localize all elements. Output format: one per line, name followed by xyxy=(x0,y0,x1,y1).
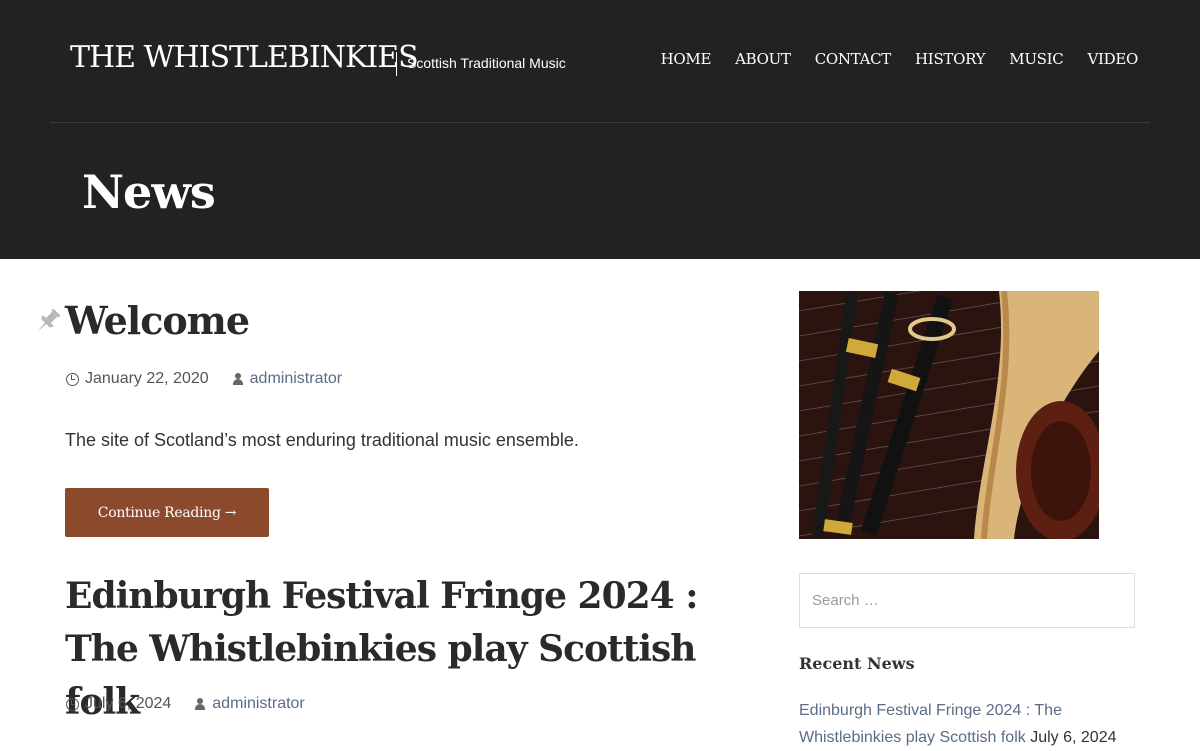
clock-icon xyxy=(66,697,79,711)
recent-news-date: July 6, 2024 xyxy=(1030,729,1117,746)
search-input[interactable] xyxy=(799,573,1135,628)
user-icon xyxy=(232,373,243,385)
post-author[interactable]: administrator xyxy=(212,695,304,713)
nav-item-home[interactable]: HOME xyxy=(661,50,712,68)
post-meta: January 22, 2020 administrator xyxy=(66,370,342,388)
header-divider xyxy=(50,122,1150,123)
post-date[interactable]: July 6, 2024 xyxy=(85,695,171,713)
page-title: News xyxy=(82,165,216,219)
continue-reading-button[interactable]: Continue Reading → xyxy=(65,488,269,537)
recent-news-list: Edinburgh Festival Fringe 2024 : The Whi… xyxy=(799,697,1129,751)
list-item: Edinburgh Festival Fringe 2024 : The Whi… xyxy=(799,697,1129,751)
nav-item-about[interactable]: ABOUT xyxy=(735,50,791,68)
instruments-image xyxy=(799,291,1099,539)
post-meta: July 6, 2024 administrator xyxy=(66,695,305,713)
site-header: THE WHISTLEBINKIES Scottish Traditional … xyxy=(0,0,1200,259)
nav-item-video[interactable]: VIDEO xyxy=(1087,50,1138,68)
recent-news-link[interactable]: Edinburgh Festival Fringe 2024 : The Whi… xyxy=(799,702,1062,746)
clock-icon xyxy=(66,372,79,386)
post-excerpt: The site of Scotland’s most enduring tra… xyxy=(65,430,579,450)
nav-item-history[interactable]: HISTORY xyxy=(915,50,986,68)
main-nav: HOME ABOUT CONTACT HISTORY MUSIC VIDEO xyxy=(661,50,1139,68)
nav-item-contact[interactable]: CONTACT xyxy=(815,50,892,68)
nav-item-music[interactable]: MUSIC xyxy=(1009,50,1063,68)
post-author[interactable]: administrator xyxy=(250,370,342,388)
site-tagline: Scottish Traditional Music xyxy=(407,55,566,71)
pushpin-icon xyxy=(37,308,61,332)
title-divider xyxy=(396,52,397,76)
user-icon xyxy=(195,698,206,710)
recent-news-title: Recent News xyxy=(799,654,915,673)
site-title[interactable]: THE WHISTLEBINKIES xyxy=(70,40,419,75)
post-title[interactable]: Welcome xyxy=(65,298,250,343)
post-date[interactable]: January 22, 2020 xyxy=(85,370,209,388)
